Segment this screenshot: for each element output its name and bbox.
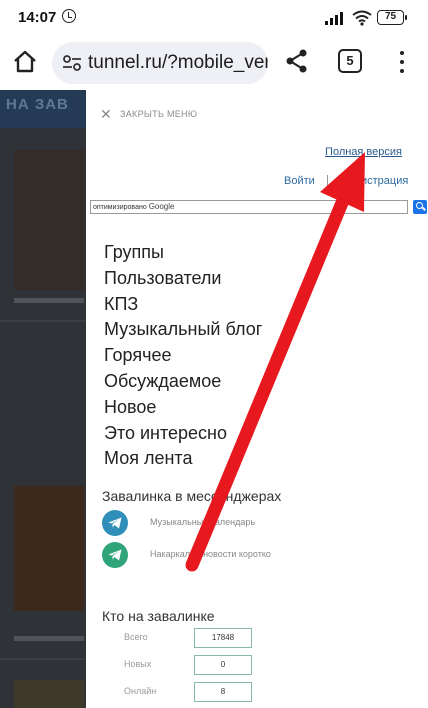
telegram-icon[interactable]: [102, 542, 128, 568]
messenger-label[interactable]: Музыкальный календарь: [150, 517, 255, 527]
article-caption: [14, 298, 84, 303]
tabs-count-button[interactable]: 5: [338, 49, 362, 73]
messenger-label[interactable]: Накаркали - новости коротко: [150, 549, 271, 559]
site-settings-icon[interactable]: [62, 54, 82, 72]
article-caption: [14, 636, 84, 641]
stat-value: 0: [194, 655, 252, 675]
menu-item-interesting[interactable]: Это интересно: [104, 421, 262, 447]
article-thumbnail: [14, 150, 84, 290]
signal-icon: [325, 11, 347, 25]
url-text[interactable]: tunnel.ru/?mobile_ver: [88, 52, 268, 74]
messengers-heading: Завалинка в мессенджерах: [102, 488, 282, 504]
stat-value: 8: [194, 682, 252, 702]
online-heading: Кто на завалинке: [102, 608, 215, 624]
divider: [0, 658, 86, 660]
link-separator: |: [326, 174, 329, 186]
stat-label: Новых: [124, 659, 152, 669]
register-link[interactable]: Регистрация: [344, 175, 408, 187]
battery-icon: 75: [377, 10, 407, 25]
login-link[interactable]: Войти: [284, 175, 315, 187]
share-icon[interactable]: [284, 48, 310, 74]
full-version-link[interactable]: Полная версия: [325, 146, 402, 158]
stat-label: Онлайн: [124, 686, 157, 696]
close-icon[interactable]: ✕: [100, 106, 112, 123]
search-button[interactable]: [413, 200, 427, 214]
menu-item-discussed[interactable]: Обсуждаемое: [104, 369, 262, 395]
site-logo: НА ЗАВ: [6, 96, 69, 113]
status-time: 14:07: [18, 9, 57, 26]
article-thumbnail: [14, 486, 84, 611]
stat-label: Всего: [124, 632, 148, 642]
article-thumbnail: [14, 680, 84, 708]
browser-toolbar: tunnel.ru/?mobile_ver 5: [0, 34, 428, 90]
divider: [0, 320, 86, 322]
close-menu-label[interactable]: ЗАКРЫТЬ МЕНЮ: [120, 109, 197, 119]
home-icon[interactable]: [12, 48, 38, 74]
more-menu-icon[interactable]: [398, 49, 406, 75]
menu-item-groups[interactable]: Группы: [104, 240, 262, 266]
menu-item-music-blog[interactable]: Музыкальный блог: [104, 317, 262, 343]
alarm-icon: [62, 9, 76, 23]
menu-item-my-feed[interactable]: Моя лента: [104, 446, 262, 472]
stat-value: 17848: [194, 628, 252, 648]
status-bar: 14:07 75: [0, 0, 428, 34]
address-bar[interactable]: tunnel.ru/?mobile_ver: [52, 42, 268, 84]
menu-item-kpz[interactable]: КПЗ: [104, 292, 262, 318]
wifi-icon: [352, 10, 372, 26]
search-input[interactable]: оптимизировано Google: [90, 200, 408, 214]
main-menu: Группы Пользователи КПЗ Музыкальный блог…: [104, 240, 262, 472]
menu-item-new[interactable]: Новое: [104, 395, 262, 421]
telegram-icon[interactable]: [102, 510, 128, 536]
search-placeholder: оптимизировано Google: [93, 202, 175, 211]
menu-item-hot[interactable]: Горячее: [104, 343, 262, 369]
side-menu-drawer: ✕ ЗАКРЫТЬ МЕНЮ Полная версия Войти | Рег…: [86, 90, 428, 708]
menu-item-users[interactable]: Пользователи: [104, 266, 262, 292]
